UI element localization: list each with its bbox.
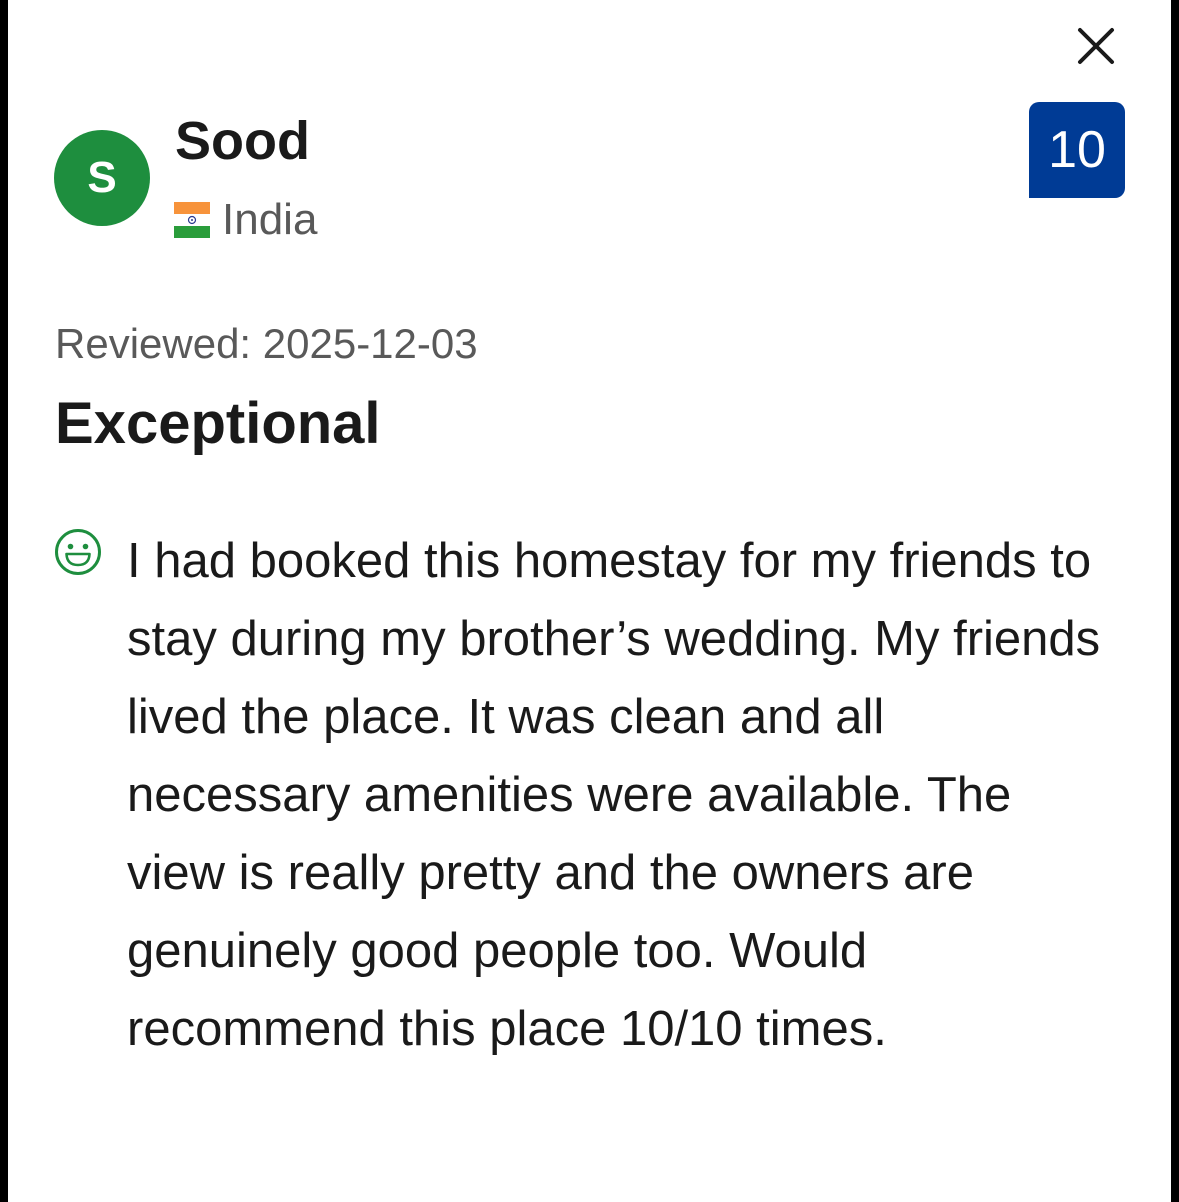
score-badge: 10 xyxy=(1029,102,1125,198)
reviewer-name: Sood xyxy=(175,111,310,171)
india-flag-icon xyxy=(174,202,210,238)
close-button[interactable] xyxy=(1074,24,1118,68)
avatar: S xyxy=(54,130,150,226)
review-text: I had booked this homestay for my friend… xyxy=(127,522,1117,1068)
review-card: S Sood India 10 Reviewed: 2025-12-03 Exc… xyxy=(8,0,1171,1202)
country-name: India xyxy=(222,195,318,244)
positive-review-text: I had booked this homestay for my friend… xyxy=(127,534,1101,1056)
smile-icon xyxy=(54,528,102,576)
review-title: Exceptional xyxy=(55,391,381,456)
close-icon xyxy=(1078,28,1114,64)
review-date: Reviewed: 2025-12-03 xyxy=(55,320,478,367)
avatar-initial: S xyxy=(87,153,117,202)
reviewer-country: India xyxy=(174,192,317,248)
